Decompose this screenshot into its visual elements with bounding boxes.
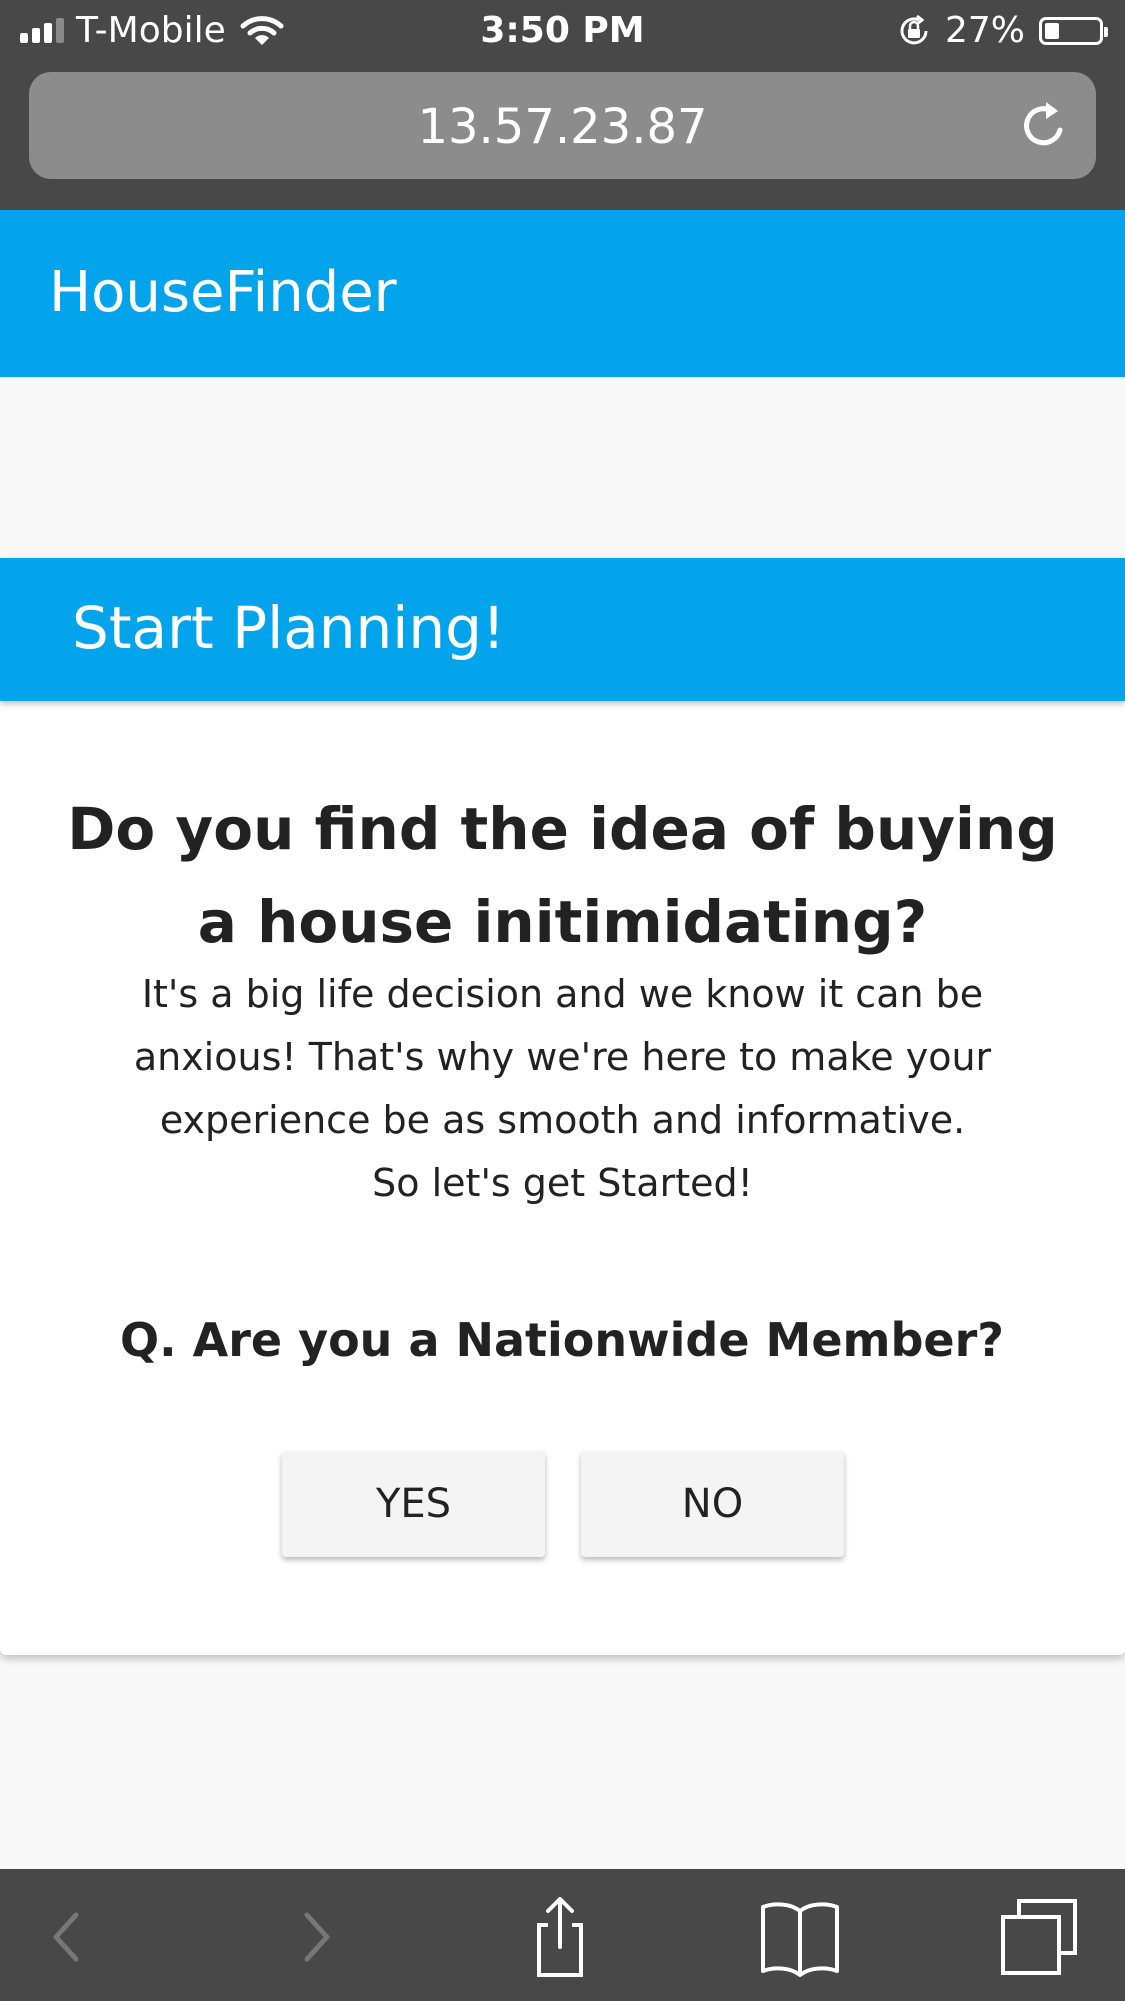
battery-icon	[1039, 16, 1108, 45]
app-title[interactable]: HouseFinder	[49, 260, 397, 325]
card-header: Start Planning!	[0, 558, 1125, 701]
battery-percent: 27%	[944, 10, 1025, 51]
start-planning-card: Do you find the idea of buying a house i…	[0, 701, 1125, 1655]
no-button[interactable]: NO	[581, 1451, 844, 1557]
status-bar: T-Mobile 3:50 PM 27%	[0, 0, 1125, 62]
browser-toolbar	[0, 1869, 1125, 2001]
share-icon[interactable]	[515, 1897, 605, 1977]
body-line: experience be as smooth and informative.	[159, 1098, 966, 1142]
card-headline: Do you find the idea of buying a house i…	[67, 795, 1058, 956]
yes-button[interactable]: YES	[282, 1451, 545, 1557]
body-line: It's a big life decision and we know it …	[141, 972, 984, 1016]
url-text[interactable]: 13.57.23.87	[29, 99, 1096, 155]
body-line: anxious! That's why we're here to make y…	[133, 1035, 992, 1079]
address-bar[interactable]: 13.57.23.87	[29, 72, 1096, 179]
card-title: Start Planning!	[72, 594, 506, 662]
reload-icon[interactable]	[1016, 98, 1072, 154]
card-body: It's a big life decision and we know it …	[90, 963, 1035, 1215]
rotation-lock-icon	[900, 14, 928, 44]
status-right: 27%	[897, 10, 1108, 51]
battery-fill	[1045, 22, 1059, 39]
forward-icon[interactable]	[273, 1897, 363, 1977]
back-icon[interactable]	[20, 1897, 110, 1977]
tabs-icon[interactable]	[995, 1897, 1085, 1977]
body-line: So let's get Started!	[372, 1161, 753, 1205]
app-header: HouseFinder	[0, 210, 1125, 377]
member-question: Q. Are you a Nationwide Member?	[120, 1313, 1004, 1367]
browser-url-area: 13.57.23.87	[0, 62, 1125, 210]
bookmarks-icon[interactable]	[755, 1897, 845, 1977]
